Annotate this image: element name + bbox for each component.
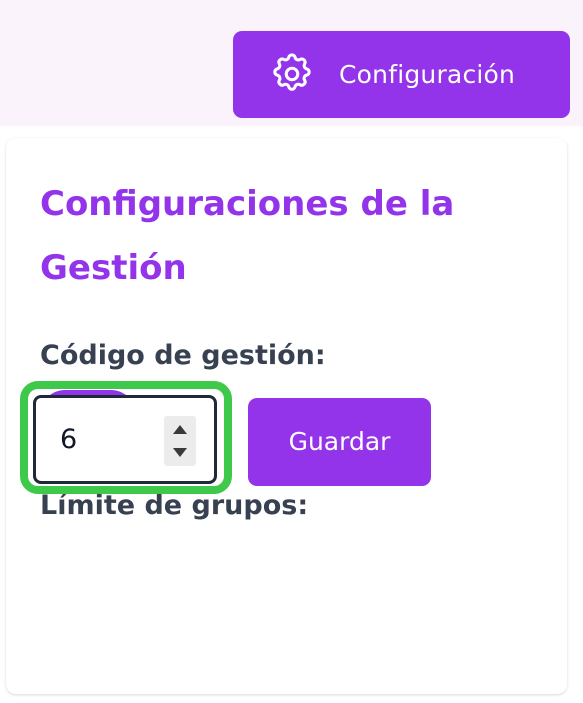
group-limit-label: Límite de grupos:: [40, 490, 309, 521]
configuration-button[interactable]: Configuración: [233, 31, 570, 118]
spin-up-icon[interactable]: [173, 425, 187, 434]
gear-icon: [273, 53, 311, 91]
number-spinner[interactable]: [164, 416, 196, 466]
group-limit-input[interactable]: 6: [33, 395, 217, 484]
spin-down-icon[interactable]: [173, 448, 187, 457]
group-limit-value: 6: [60, 424, 78, 455]
management-code-label: Código de gestión:: [40, 340, 326, 371]
page: Configuración Configuraciones de la Gest…: [0, 0, 583, 703]
save-button[interactable]: Guardar: [248, 398, 431, 486]
configuration-button-label: Configuración: [339, 60, 516, 89]
card-title: Configuraciones de la Gestión: [40, 184, 455, 288]
